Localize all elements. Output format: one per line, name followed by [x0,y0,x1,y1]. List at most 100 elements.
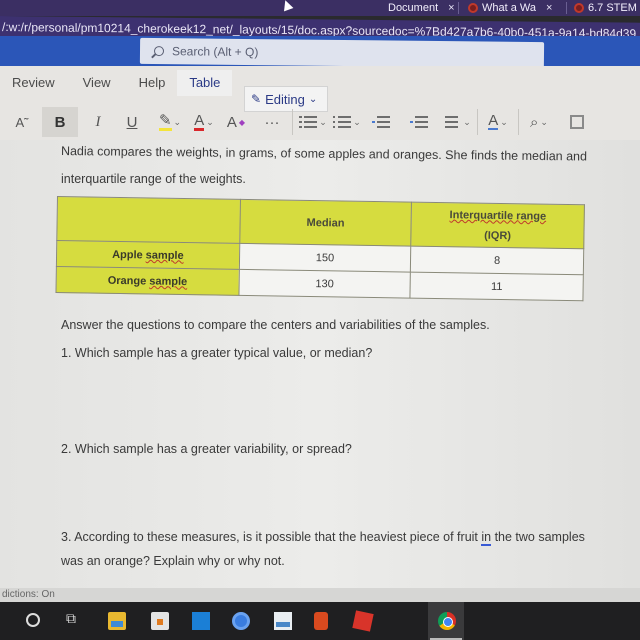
toolbar-divider [292,109,293,135]
roblox-icon[interactable] [352,610,374,632]
more-icon: ··· [264,113,280,131]
chromium-icon[interactable] [232,612,250,630]
office-header: Search (Alt + Q) [0,36,640,70]
header-iqr: Interquartile range (IQR) [411,202,585,249]
styles-button[interactable]: A ⌄ [484,107,512,137]
mail-icon[interactable] [192,612,210,630]
browser-tab-strip: Document × What a Wa × 6.7 STEM C [0,0,640,16]
question-2: 2. Which sample has a greater variabilit… [61,442,352,456]
orange-median-cell: 130 [238,269,411,299]
chevron-down-icon: ⌄ [308,93,318,105]
question-3-text-b: the two samples [491,530,585,544]
answer-instructions: Answer the questions to compare the cent… [61,318,490,332]
site-favicon-icon [468,3,478,13]
italic-icon: I [95,113,101,130]
numbering-button[interactable]: ⌄ [333,107,361,137]
chevron-down-icon: ⌄ [540,116,548,127]
row-label-orange: Orange sample [55,266,239,296]
eraser-icon: ◆ [238,117,246,127]
orange-iqr-cell: 11 [410,272,584,301]
toolbar-divider [477,109,478,135]
clear-formatting-button[interactable]: A ◆ [222,107,250,137]
tab-stem[interactable]: 6.7 STEM C [574,0,640,16]
find-icon: ⌕ [530,113,539,131]
font-color-icon: A [194,111,205,131]
table-corner-cell [56,196,241,244]
underline-button[interactable]: U [118,107,146,137]
styles-icon: A [488,112,499,130]
chrome-taskbar-button[interactable] [428,602,464,640]
question-3-line-2: was an orange? Explain why or why not. [61,554,285,568]
cortana-search-icon[interactable] [26,613,40,627]
italic-button[interactable]: I [84,107,112,137]
chrome-icon [438,612,456,630]
immersive-reader-button[interactable] [563,107,591,137]
formatting-toolbar: A˜ B I U ✎ ⌄ A ⌄ A ◆ ··· ⌄ ⌄ ⌄ A ⌄ ⌕ ⌄ [0,104,640,140]
search-placeholder: Search (Alt + Q) [171,44,259,60]
apple-iqr-cell: 8 [410,246,584,275]
toolbar-divider [518,109,519,135]
tab-divider [566,2,567,14]
chevron-down-icon: ⌄ [173,116,182,127]
tab-table[interactable]: Table [177,70,233,96]
bullets-button[interactable]: ⌄ [299,107,327,137]
increase-indent-button[interactable] [405,107,433,137]
task-view-icon[interactable]: ⧉ [66,610,84,628]
windows-taskbar: ⧉ [0,602,640,640]
text-predictions-status[interactable]: dictions: On [2,589,55,600]
site-favicon-icon [574,3,584,13]
increase-indent-icon [410,115,428,129]
chevron-down-icon: ⌄ [319,116,327,127]
font-color-button[interactable]: A ⌄ [190,107,218,137]
chevron-down-icon: ⌄ [500,116,508,127]
row-label-sample: sample [149,274,188,288]
close-icon[interactable]: × [448,2,454,14]
question-3-text-a: 3. According to these measures, is it po… [61,530,482,544]
tab-divider [458,2,459,14]
align-button[interactable]: ⌄ [443,107,471,137]
document-canvas[interactable]: Nadia compares the weights, in grams, of… [0,140,640,588]
intro-line-2: interquartile range of the weights. [61,172,246,186]
chevron-down-icon: ⌄ [463,116,471,127]
decrease-indent-button[interactable] [367,107,395,137]
tab-document[interactable]: Document × [388,0,455,16]
row-label-apple: Apple sample [56,240,240,270]
search-input[interactable]: Search (Alt + Q) [139,37,545,69]
row-label-sample: sample [145,248,184,262]
align-icon [443,115,461,129]
spelling-flag-in[interactable]: in [481,530,492,546]
find-button[interactable]: ⌕ ⌄ [525,107,553,137]
bullet-list-icon [299,115,318,129]
mouse-cursor-icon [280,0,294,12]
amazon-icon[interactable] [274,612,292,630]
font-size-icon: A˜ [15,114,29,130]
tab-review[interactable]: Review [0,70,67,96]
bold-button[interactable]: B [42,107,78,137]
more-options-button[interactable]: ··· [258,107,286,137]
row-label-word: Apple [112,248,143,261]
tab-label: 6.7 STEM C [588,2,640,14]
intro-line-1: Nadia compares the weights, in grams, of… [60,144,588,164]
file-explorer-icon[interactable] [108,612,126,630]
question-3-line-1: 3. According to these measures, is it po… [61,530,585,546]
row-label-word: Orange [107,274,147,287]
search-icon [153,46,165,57]
microsoft-store-icon[interactable] [151,612,169,630]
clear-formatting-icon: A [226,113,237,131]
underline-icon: U [126,113,138,131]
tab-help[interactable]: Help [127,70,178,96]
header-iqr-label: Interquartile range [449,208,547,223]
tab-what-a-wa[interactable]: What a Wa × [468,0,552,16]
office-icon[interactable] [314,612,328,630]
apple-median-cell: 150 [238,243,412,273]
numbered-list-icon [333,115,352,129]
highlighter-icon: ✎ [158,111,172,131]
tab-view[interactable]: View [71,70,123,96]
highlight-button[interactable]: ✎ ⌄ [156,107,184,137]
close-icon[interactable]: × [546,2,552,14]
chevron-down-icon: ⌄ [206,116,214,127]
font-size-button[interactable]: A˜ [8,107,36,137]
status-bar: dictions: On [0,588,640,602]
decrease-indent-icon [372,115,390,129]
question-1: 1. Which sample has a greater typical va… [61,346,373,360]
